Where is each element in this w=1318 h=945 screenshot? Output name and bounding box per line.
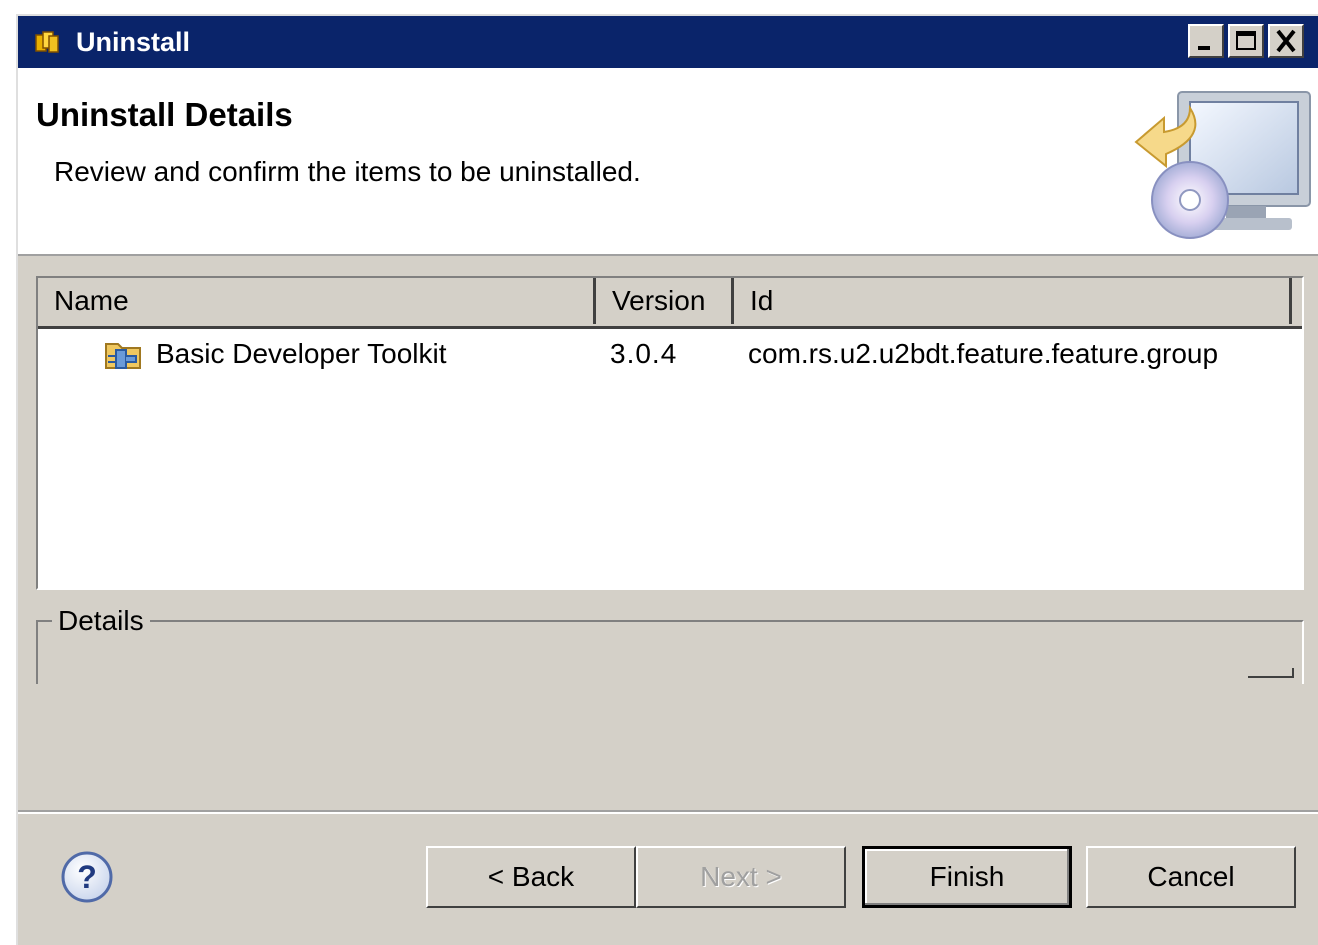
finish-button[interactable]: Finish — [862, 846, 1072, 908]
details-label: Details — [52, 604, 150, 638]
item-id: com.rs.u2.u2bdt.feature.feature.group — [748, 338, 1219, 369]
wizard-header: Uninstall Details Review and confirm the… — [18, 68, 1318, 256]
table-row[interactable]: Basic Developer Toolkit 3.0.4 com.rs.u2.… — [38, 328, 1302, 380]
footer-separator — [18, 810, 1318, 814]
next-button[interactable]: Next > — [636, 846, 846, 908]
window-title: Uninstall — [76, 27, 191, 57]
feature-icon — [105, 343, 141, 369]
item-name: Basic Developer Toolkit — [156, 338, 447, 369]
item-version: 3.0.4 — [610, 338, 678, 369]
column-header-name[interactable]: Name — [38, 278, 596, 324]
details-resize-handle[interactable] — [1248, 668, 1294, 678]
column-header-id[interactable]: Id — [734, 278, 1292, 324]
maximize-button[interactable] — [1228, 24, 1264, 58]
uninstall-computer-cd-icon — [1134, 91, 1311, 239]
cancel-button[interactable]: Cancel — [1086, 846, 1296, 908]
page-title: Uninstall Details — [36, 96, 293, 133]
uninstall-items-table[interactable]: Name Version Id Basic Developer Toolkit … — [36, 276, 1304, 590]
back-button[interactable]: < Back — [426, 846, 636, 908]
column-header-version[interactable]: Version — [596, 278, 734, 324]
close-button[interactable] — [1268, 24, 1304, 58]
details-group: Details — [36, 604, 1304, 684]
svg-text:?: ? — [77, 859, 97, 895]
uninstall-window: Uninstall Uninstall Details Review and c… — [16, 14, 1318, 945]
help-icon[interactable]: ? — [60, 850, 114, 904]
maximize-icon — [1236, 31, 1256, 50]
installer-icon — [35, 31, 59, 53]
minimize-icon — [1198, 46, 1210, 50]
table-header: Name Version Id — [38, 278, 1302, 329]
title-bar[interactable]: Uninstall — [18, 16, 1318, 68]
close-icon — [1276, 29, 1296, 53]
page-description: Review and confirm the items to be unins… — [54, 156, 641, 187]
minimize-button[interactable] — [1188, 24, 1224, 58]
